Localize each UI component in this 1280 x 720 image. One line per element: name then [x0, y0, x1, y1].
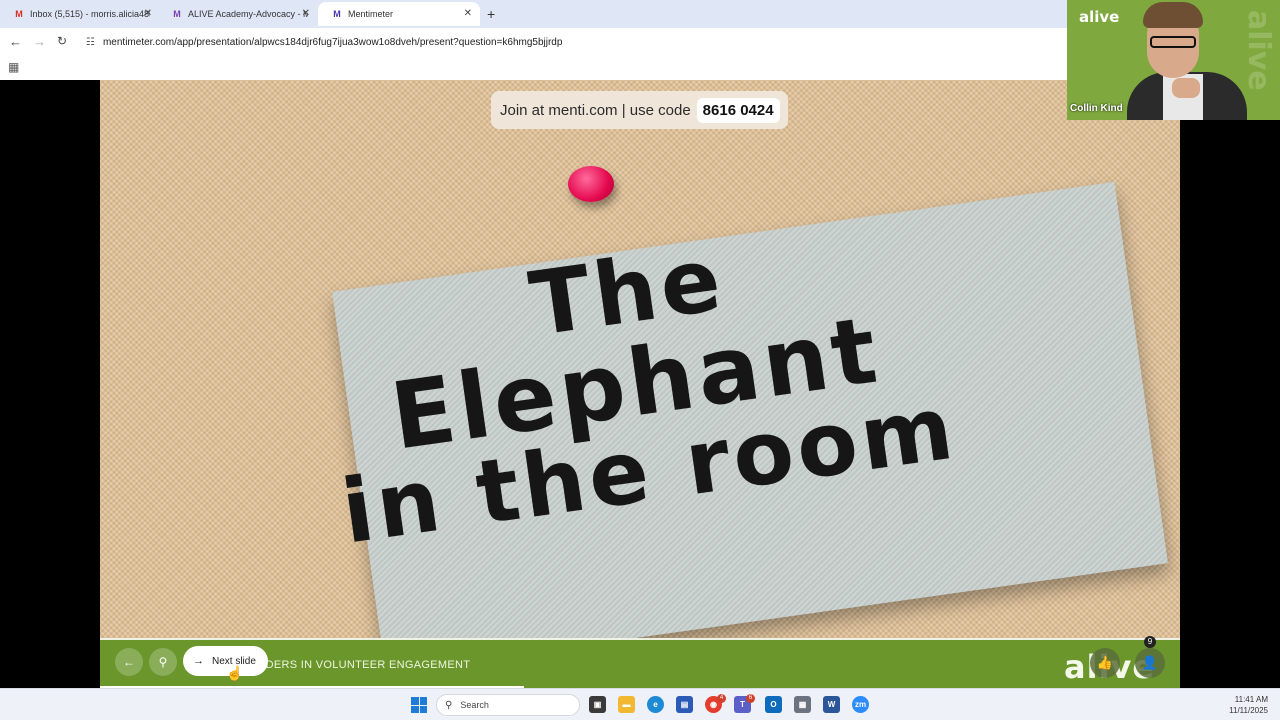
gmail-icon: M — [15, 9, 23, 19]
thumbs-up-icon: 👍 — [1096, 655, 1114, 670]
tab-title: Mentimeter — [348, 9, 394, 19]
previous-slide-button[interactable]: ← — [115, 648, 143, 676]
join-code: 8616 0424 — [696, 97, 780, 123]
clock-time: 11:41 AM — [1234, 695, 1268, 704]
participant-glasses — [1150, 36, 1196, 48]
site-settings-icon[interactable]: ☷ — [86, 37, 95, 48]
participant-hand — [1172, 78, 1200, 98]
tab-title: Inbox (5,515) - morris.alicia485@ — [30, 9, 150, 19]
join-instructions: Join at menti.com | use code 8616 0424 — [491, 91, 788, 129]
outlook-icon[interactable]: O — [765, 696, 782, 713]
search-icon: ⚲ — [445, 699, 453, 711]
reload-icon[interactable]: ↻ — [57, 34, 67, 48]
store-icon[interactable]: ▤ — [676, 696, 693, 713]
push-pin-icon — [568, 166, 614, 202]
mouse-cursor-icon: ☝ — [226, 665, 244, 681]
chrome-badge: 4 — [717, 694, 726, 703]
file-explorer-icon[interactable]: ▬ — [618, 696, 635, 713]
join-text: Join at menti.com | use code — [500, 101, 691, 119]
calculator-icon[interactable]: ▦ — [794, 696, 811, 713]
arrow-left-icon: ← — [123, 655, 135, 669]
word-icon[interactable]: W — [823, 696, 840, 713]
url-text: mentimeter.com/app/presentation/alpwcs18… — [102, 36, 563, 48]
system-clock[interactable]: 11:41 AM 11/11/2025 — [1229, 694, 1268, 716]
person-icon: 👤 — [1141, 655, 1159, 670]
presentation-footer: ← ⚲ ADERS IN VOLUNTEER ENGAGEMENT → Next… — [100, 636, 1180, 688]
tab-bar: M Inbox (5,515) - morris.alicia485@ ✕ M … — [0, 0, 1067, 28]
bookmarks-bar: ▦ — [0, 56, 1067, 80]
reactions-button[interactable]: 👍 — [1090, 648, 1120, 678]
presentation-title: ADERS IN VOLUNTEER ENGAGEMENT — [258, 659, 471, 671]
taskbar-search[interactable]: ⚲ Search — [436, 694, 580, 716]
participant-name: Collin Kind — [1070, 103, 1123, 114]
alive-watermark: alive — [1241, 10, 1276, 91]
close-icon[interactable]: ✕ — [302, 8, 310, 19]
task-view-icon[interactable]: ▣ — [589, 696, 606, 713]
mentimeter-icon: M — [333, 9, 341, 19]
address-bar-row: ← → ↻ ☷ mentimeter.com/app/presentation/… — [0, 28, 1067, 56]
tab-alive-academy[interactable]: M ALIVE Academy-Advocacy - Me ✕ — [158, 2, 318, 26]
video-tile[interactable]: alive alive Collin Kind — [1067, 0, 1280, 120]
windows-taskbar: ⚲ Search ▣ ▬ e ▤ ◉ 4 T 6 O ▦ W zm 11:41 … — [0, 688, 1280, 720]
pin-icon: ⚲ — [158, 655, 168, 669]
zoom-icon[interactable]: zm — [852, 696, 869, 713]
tab-title: ALIVE Academy-Advocacy - Me — [188, 9, 308, 19]
participant-hair — [1143, 2, 1203, 28]
tab-inbox[interactable]: M Inbox (5,515) - morris.alicia485@ ✕ — [0, 2, 160, 26]
participants-button[interactable]: 👤 — [1135, 648, 1165, 678]
windows-start-icon[interactable] — [411, 697, 427, 713]
new-tab-button[interactable]: + — [487, 6, 495, 22]
url-field[interactable]: ☷ mentimeter.com/app/presentation/alpwcs… — [86, 32, 562, 52]
participants-count-badge: 9 — [1144, 636, 1156, 648]
close-icon[interactable]: ✕ — [144, 8, 152, 19]
teams-badge: 6 — [746, 694, 755, 703]
presentation-slide: The Elephant in the room — [100, 80, 1180, 638]
forward-arrow-icon[interactable]: → — [33, 34, 46, 49]
back-arrow-icon[interactable]: ← — [9, 34, 22, 49]
close-icon[interactable]: ✕ — [464, 8, 472, 19]
clock-date: 11/11/2025 — [1229, 706, 1268, 715]
alive-logo: alive — [1079, 8, 1120, 26]
search-placeholder: Search — [460, 700, 489, 710]
alive-m-icon: M — [173, 9, 181, 19]
apps-grid-icon[interactable]: ▦ — [8, 60, 19, 74]
tab-mentimeter[interactable]: M Mentimeter ✕ — [318, 2, 480, 26]
location-button[interactable]: ⚲ — [149, 648, 177, 676]
edge-icon[interactable]: e — [647, 696, 664, 713]
arrow-right-icon: → — [193, 655, 204, 667]
